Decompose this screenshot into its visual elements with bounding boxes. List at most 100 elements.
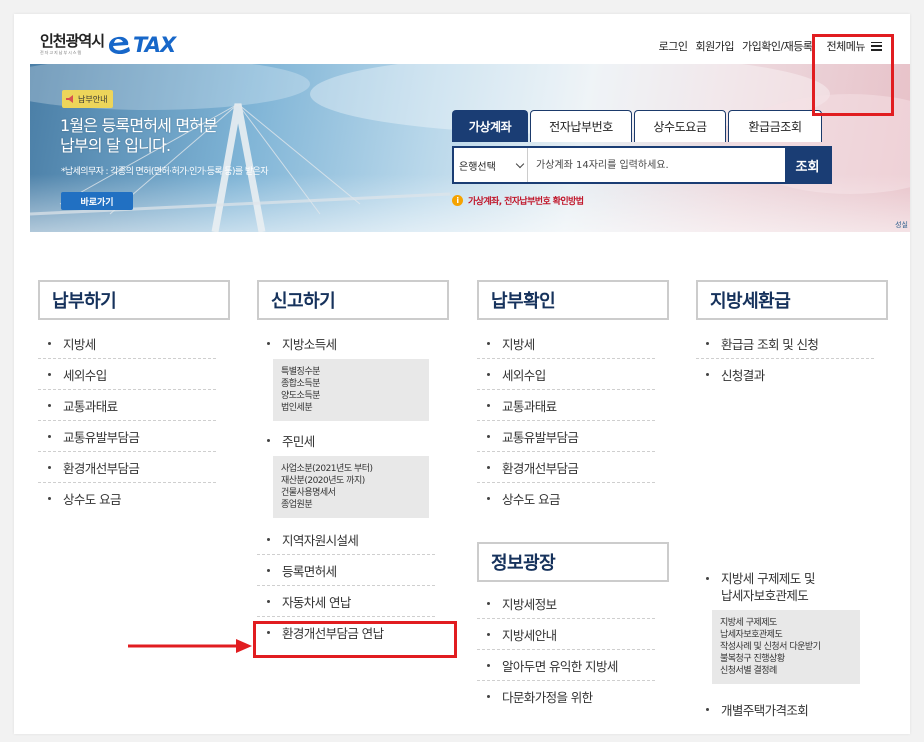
bullet-icon bbox=[706, 341, 709, 345]
report-item-car-tax-annual[interactable]: 자동차세 연납 bbox=[257, 586, 435, 617]
item-label: 신청결과 bbox=[721, 368, 765, 383]
pay-item-env-charge[interactable]: 환경개선부담금 bbox=[38, 452, 216, 483]
item-label: 지방세 구제제도 및 납세자보호관제도 bbox=[721, 570, 816, 604]
nav-join-check[interactable]: 가입확인/재등록 bbox=[742, 38, 813, 54]
bullet-icon bbox=[267, 568, 270, 572]
tab-refund-lookup[interactable]: 환급금조회 bbox=[728, 110, 822, 142]
column-title-refund[interactable]: 지방세환급 bbox=[696, 280, 888, 320]
item-label: 지역자원시설세 bbox=[282, 532, 359, 548]
bullet-icon bbox=[487, 695, 490, 698]
bullet-icon bbox=[487, 601, 490, 605]
bullet-icon bbox=[487, 663, 490, 667]
column-report: 신고하기 지방소득세 특별징수분 종합소득분 양도소득분 법인세분 주민세 사업… bbox=[257, 280, 449, 648]
item-label: 다문화가정을 위한 bbox=[502, 690, 593, 705]
sub-link[interactable]: 납세자보호관제도 bbox=[720, 629, 852, 641]
bullet-icon bbox=[267, 537, 270, 541]
report-item-regional-resource-tax[interactable]: 지역자원시설세 bbox=[257, 524, 435, 555]
sub-link[interactable]: 종업원분 bbox=[281, 499, 421, 511]
sub-link[interactable]: 법인세분 bbox=[281, 402, 421, 414]
column-title-report[interactable]: 신고하기 bbox=[257, 280, 449, 320]
pay-item-local-tax[interactable]: 지방세 bbox=[38, 328, 216, 359]
confirm-item-env-charge[interactable]: 환경개선부담금 bbox=[477, 452, 655, 483]
sub-link[interactable]: 작성사례 및 신청서 다운받기 bbox=[720, 641, 852, 653]
banner-side-label: 성실 bbox=[895, 221, 908, 229]
column-pay: 납부하기 지방세 세외수입 교통과태료 교통유발부담금 환경개선부담금 상수도 … bbox=[38, 280, 230, 514]
relief-item[interactable]: 지방세 구제제도 및 납세자보호관제도 bbox=[696, 564, 874, 610]
confirm-item-water[interactable]: 상수도 요금 bbox=[477, 483, 655, 514]
report-item-registration-license-tax[interactable]: 등록면허세 bbox=[257, 555, 435, 586]
bullet-icon bbox=[706, 577, 709, 580]
sub-link[interactable]: 양도소득분 bbox=[281, 390, 421, 402]
relief-sub-list: 지방세 구제제도 납세자보호관제도 작성사례 및 신청서 다운받기 불복청구 진… bbox=[712, 610, 860, 684]
search-bar: 은행선택 조회 bbox=[452, 146, 832, 184]
column-title-info[interactable]: 정보광장 bbox=[477, 542, 669, 582]
bank-select[interactable]: 은행선택 bbox=[454, 148, 527, 182]
pay-item-water[interactable]: 상수도 요금 bbox=[38, 483, 216, 514]
info-item-useful-tax[interactable]: 알아두면 유익한 지방세 bbox=[477, 650, 655, 681]
refund-item-result[interactable]: 신청결과 bbox=[696, 359, 874, 390]
banner-title-line1: 1월은 등록면허세 면허분 bbox=[60, 116, 218, 135]
item-label: 교통과태료 bbox=[502, 398, 557, 414]
sub-link[interactable]: 건물사용명세서 bbox=[281, 487, 421, 499]
bullet-icon bbox=[487, 372, 490, 376]
report-item-local-income-tax[interactable]: 지방소득세 bbox=[257, 328, 435, 359]
column-title-pay[interactable]: 납부하기 bbox=[38, 280, 230, 320]
banner-title: 1월은 등록면허세 면허분 납부의 달 입니다. bbox=[60, 116, 218, 156]
sub-link[interactable]: 종합소득분 bbox=[281, 378, 421, 390]
site-header: 인천광역시 전자고지납부시스템 TAX 로그인 회원가입 가입확인/재등록 전체… bbox=[14, 14, 910, 64]
report-sub-income-list: 특별징수분 종합소득분 양도소득분 법인세분 bbox=[273, 359, 429, 421]
item-label: 지방세 bbox=[502, 336, 535, 352]
confirm-item-traffic-charge[interactable]: 교통유발부담금 bbox=[477, 421, 655, 452]
sub-link[interactable]: 재산분(2020년도 까지) bbox=[281, 475, 421, 487]
nav-login[interactable]: 로그인 bbox=[659, 38, 688, 54]
bullet-icon bbox=[267, 342, 270, 345]
sub-link[interactable]: 사업소분(2021년도 부터) bbox=[281, 463, 421, 475]
refund-item-lookup-apply[interactable]: 환급금 조회 및 신청 bbox=[696, 328, 874, 359]
site-logo[interactable]: 인천광역시 전자고지납부시스템 TAX bbox=[40, 33, 176, 57]
info-item-multicultural[interactable]: 다문화가정을 위한 bbox=[477, 681, 655, 712]
tab-e-payment-number[interactable]: 전자납부번호 bbox=[530, 110, 632, 142]
bullet-icon bbox=[706, 708, 709, 711]
tab-virtual-account[interactable]: 가상계좌 bbox=[452, 110, 528, 142]
nav-signup[interactable]: 회원가입 bbox=[695, 38, 734, 54]
pay-item-traffic-charge[interactable]: 교통유발부담금 bbox=[38, 421, 216, 452]
report-item-resident-tax[interactable]: 주민세 bbox=[257, 425, 435, 456]
account-help-label: 가상계좌, 전자납부번호 확인방법 bbox=[468, 197, 584, 207]
logo-tax: TAX bbox=[133, 33, 176, 57]
confirm-item-non-tax[interactable]: 세외수입 bbox=[477, 359, 655, 390]
item-label: 환경개선부담금 bbox=[63, 460, 140, 476]
chevron-down-icon bbox=[515, 159, 525, 168]
confirm-item-local-tax[interactable]: 지방세 bbox=[477, 328, 655, 359]
banner-go-button[interactable]: 바로가기 bbox=[61, 192, 133, 210]
confirm-item-traffic-fine[interactable]: 교통과태료 bbox=[477, 390, 655, 421]
column-refund: 지방세환급 환급금 조회 및 신청 신청결과 지방세 구제제도 및 납세자보호관제… bbox=[696, 280, 888, 725]
search-submit-button[interactable]: 조회 bbox=[785, 148, 830, 182]
bullet-icon bbox=[487, 341, 490, 345]
item-label: 환급금 조회 및 신청 bbox=[721, 336, 819, 352]
bullet-icon bbox=[48, 341, 51, 345]
info-item-local-tax-info[interactable]: 지방세정보 bbox=[477, 588, 655, 619]
logo-subtitle: 전자고지납부시스템 bbox=[40, 50, 83, 55]
account-help-link[interactable]: i 가상계좌, 전자납부번호 확인방법 bbox=[452, 194, 584, 207]
bullet-icon bbox=[487, 434, 490, 438]
virtual-account-input[interactable] bbox=[527, 148, 785, 182]
sub-link[interactable]: 불복청구 진행상황 bbox=[720, 653, 852, 665]
column-title-confirm[interactable]: 납부확인 bbox=[477, 280, 669, 320]
item-label: 교통유발부담금 bbox=[502, 429, 579, 445]
bullet-icon bbox=[706, 373, 709, 376]
item-label: 세외수입 bbox=[502, 367, 546, 383]
sub-link[interactable]: 지방세 구제제도 bbox=[720, 617, 852, 629]
relief-line2: 납세자보호관제도 bbox=[721, 588, 809, 603]
sub-link[interactable]: 신청서별 결정례 bbox=[720, 665, 852, 677]
refund-item-house-price[interactable]: 개별주택가격조회 bbox=[696, 694, 874, 725]
tab-water-bill[interactable]: 상수도요금 bbox=[634, 110, 726, 142]
info-item-local-tax-guide[interactable]: 지방세안내 bbox=[477, 619, 655, 650]
pay-item-non-tax[interactable]: 세외수입 bbox=[38, 359, 216, 390]
item-label: 교통과태료 bbox=[63, 398, 118, 414]
bullet-icon bbox=[487, 403, 490, 407]
item-label: 지방세안내 bbox=[502, 627, 557, 643]
sub-link[interactable]: 특별징수분 bbox=[281, 366, 421, 378]
pay-item-traffic-fine[interactable]: 교통과태료 bbox=[38, 390, 216, 421]
search-tabs: 가상계좌 전자납부번호 상수도요금 환급금조회 bbox=[452, 110, 824, 142]
item-label: 상수도 요금 bbox=[63, 492, 121, 507]
